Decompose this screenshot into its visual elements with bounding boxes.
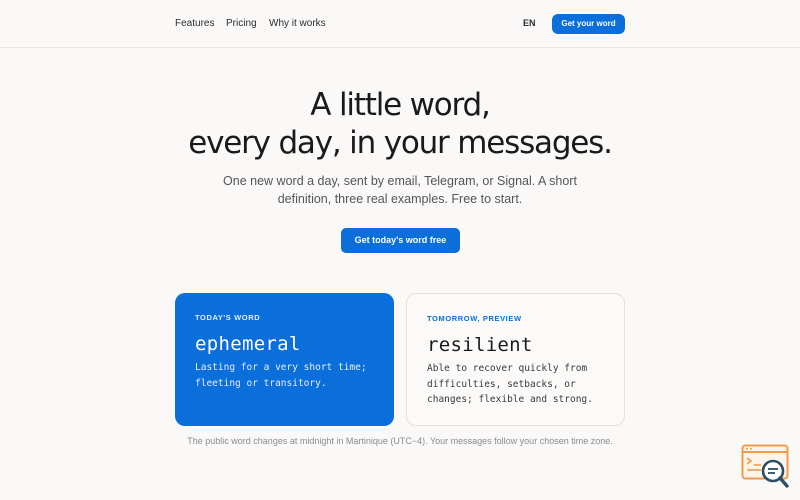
hero-title-line-2: every day, in your messages.: [188, 125, 613, 161]
hero-title-line-1: A little word,: [310, 87, 491, 123]
feedback-search-icon: [741, 444, 789, 488]
hero-title: A little word, every day, in your messag…: [0, 86, 800, 162]
tomorrow-word-label: TOMORROW, PREVIEW: [427, 314, 522, 323]
tomorrow-word: resilient: [427, 334, 533, 356]
language-selector[interactable]: EN: [523, 18, 536, 28]
nav-why-link[interactable]: Why it works: [269, 18, 326, 29]
feedback-widget[interactable]: [741, 444, 791, 490]
nav-features-link[interactable]: Features: [175, 18, 214, 29]
today-word-definition: Lasting for a very short time; fleeting …: [195, 362, 367, 389]
hero-get-word-button[interactable]: Get today's word free: [341, 228, 460, 253]
hero-subtitle: One new word a day, sent by email, Teleg…: [223, 174, 577, 206]
timezone-footnote: The public word changes at midnight in M…: [187, 436, 613, 446]
today-word: ephemeral: [195, 333, 301, 355]
today-word-card: TODAY'S WORD ephemeral Lasting for a ver…: [175, 293, 394, 426]
site-header: Features Pricing Why it works EN Get you…: [0, 0, 800, 48]
nav-pricing-link[interactable]: Pricing: [226, 18, 257, 29]
header-get-word-button[interactable]: Get your word: [552, 14, 625, 34]
tomorrow-word-definition: Able to recover quickly from difficultie…: [427, 363, 593, 405]
today-word-label: TODAY'S WORD: [195, 313, 261, 322]
tomorrow-word-card: TOMORROW, PREVIEW resilient Able to reco…: [406, 293, 625, 426]
